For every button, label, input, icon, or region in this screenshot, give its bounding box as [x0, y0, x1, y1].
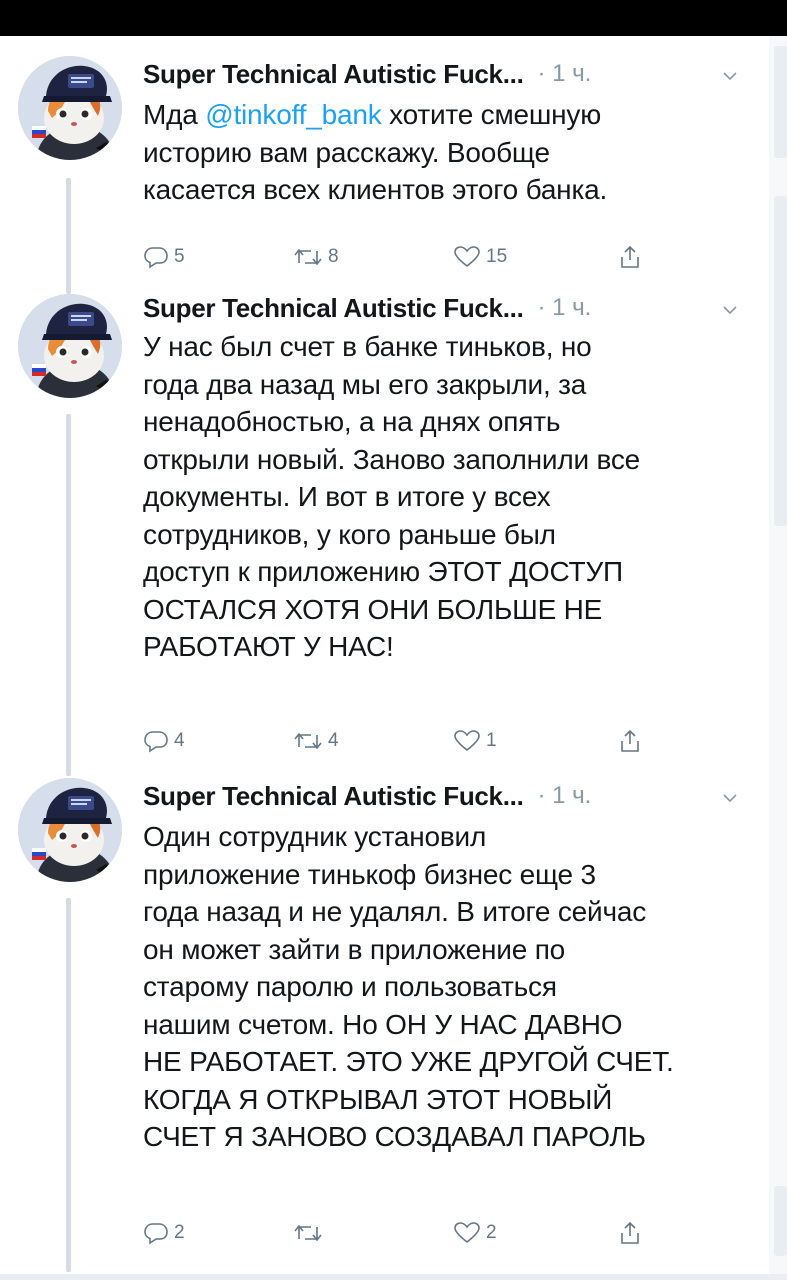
- timestamp[interactable]: · 1 ч.: [538, 60, 592, 88]
- tweet-actions: 2 2: [143, 1218, 663, 1248]
- thread-line: [66, 178, 71, 294]
- author-name[interactable]: Super Technical Autistic Fuck...: [143, 293, 524, 324]
- tweet-header: Super Technical Autistic Fuck... · 1 ч.: [143, 58, 591, 90]
- bottom-divider: [0, 1274, 787, 1280]
- like-button[interactable]: 1: [453, 726, 497, 756]
- text-segment: Мда: [143, 99, 206, 130]
- tweet-text-line: открыли новый. Заново заполнили все: [143, 443, 641, 475]
- tweet-text-line: доступ к приложению ЭТОТ ДОСТУП: [143, 556, 623, 587]
- tweet-text-line: историю вам расскажу. Вообще: [143, 136, 550, 168]
- tweet-actions: 5 8 15: [143, 242, 663, 272]
- retweet-count: 4: [328, 730, 339, 751]
- share-button[interactable]: [619, 1218, 641, 1248]
- retweet-button[interactable]: [293, 1218, 328, 1248]
- tweet-text: У нас был счет в банке тиньков, но года …: [143, 328, 743, 666]
- panel-block: [774, 46, 787, 158]
- tweet-text-line: документы. И вот в итоге у всех: [143, 481, 551, 512]
- tweet-text-line: ОСТАЛСЯ ХОТЯ ОНИ БОЛЬШЕ НЕ: [143, 593, 603, 625]
- tweet-text-line: ненадобностью, а на днях опять: [143, 406, 561, 437]
- tweet-text-line: сотрудников, у кого раньше был: [143, 518, 556, 550]
- like-count: 15: [486, 246, 508, 267]
- like-button[interactable]: 15: [453, 242, 507, 272]
- reply-button[interactable]: 5: [143, 242, 185, 272]
- tweet-text: Один сотрудник установил приложение тинь…: [143, 818, 743, 1156]
- tweet-text-line: НЕ РАБОТАЕТ. ЭТО УЖЕ ДРУГОЙ СЧЕТ.: [143, 1046, 674, 1077]
- share-icon: [621, 245, 639, 268]
- timestamp[interactable]: · 1 ч.: [538, 294, 592, 322]
- avatar-image: [18, 56, 122, 160]
- avatar-image: [18, 294, 122, 398]
- share-icon: [621, 729, 639, 752]
- panel-block: [774, 196, 787, 526]
- retweet-icon: [294, 248, 322, 266]
- mention-link[interactable]: @tinkoff_bank: [205, 99, 382, 130]
- tweet[interactable]: Super Technical Autistic Fuck... · 1 ч. …: [0, 778, 770, 1274]
- reply-count: 5: [174, 246, 185, 267]
- like-count: 1: [486, 730, 497, 751]
- tweet-text-line: касается всех клиентов этого банка.: [143, 174, 608, 205]
- tweet-text-line: года назад и не удалял. В итоге сейчас: [143, 896, 647, 927]
- timestamp[interactable]: · 1 ч.: [538, 782, 592, 810]
- like-button[interactable]: 2: [453, 1218, 497, 1248]
- author-name[interactable]: Super Technical Autistic Fuck...: [143, 59, 524, 90]
- tweet-header: Super Technical Autistic Fuck... · 1 ч.: [143, 292, 591, 324]
- avatar[interactable]: [18, 294, 122, 398]
- tweet-text-line: КОГДА Я ОТКРЫВАЛ ЭТОТ НОВЫЙ: [143, 1083, 613, 1115]
- tweet-text-line: нашим счетом. Но ОН У НАС ДАВНО: [143, 1008, 623, 1040]
- chevron-down-icon[interactable]: [722, 792, 738, 804]
- text-segment: хотите смешную: [381, 99, 602, 130]
- tweet-text: Мда @tinkoff_bank хотите смешную историю…: [143, 96, 743, 209]
- tweet-text-line: СЧЕТ Я ЗАНОВО СОЗДАВАЛ ПАРОЛЬ: [143, 1121, 646, 1152]
- adjacent-panel-edge: [769, 36, 787, 1280]
- tweet[interactable]: Super Technical Autistic Fuck... · 1 ч. …: [0, 290, 770, 776]
- tweet[interactable]: Super Technical Autistic Fuck... · 1 ч. …: [0, 36, 770, 294]
- share-button[interactable]: [619, 242, 641, 272]
- reply-icon: [144, 731, 168, 753]
- tweet-text-line: РАБОТАЮТ У НАС!: [143, 631, 394, 662]
- share-icon: [621, 1221, 639, 1244]
- retweet-button[interactable]: 4: [293, 726, 339, 756]
- tweet-actions: 4 4 1: [143, 726, 663, 756]
- avatar[interactable]: [18, 778, 122, 882]
- heart-icon: [454, 1222, 480, 1244]
- tweet-header: Super Technical Autistic Fuck... · 1 ч.: [143, 780, 591, 812]
- share-button[interactable]: [619, 726, 641, 756]
- like-count: 2: [486, 1222, 497, 1243]
- heart-icon: [454, 246, 480, 268]
- avatar[interactable]: [18, 56, 122, 160]
- reply-icon: [144, 1223, 168, 1245]
- retweet-count: 8: [328, 246, 339, 267]
- tweet-text-line: года два назад мы его закрыли, за: [143, 368, 587, 400]
- tweet-text-line: У нас был счет в банке тиньков, но: [143, 331, 592, 362]
- retweet-button[interactable]: 8: [293, 242, 339, 272]
- thread-line: [66, 414, 71, 776]
- avatar-image: [18, 778, 122, 882]
- retweet-icon: [294, 1224, 322, 1242]
- reply-button[interactable]: 4: [143, 726, 185, 756]
- panel-block: [774, 1186, 787, 1256]
- tweet-text-line: приложение тинькоф бизнес еще 3: [143, 858, 596, 890]
- author-name[interactable]: Super Technical Autistic Fuck...: [143, 781, 524, 812]
- chevron-down-icon[interactable]: [722, 70, 738, 82]
- reply-count: 4: [174, 730, 185, 751]
- tweet-text-line: он может зайти в приложение по: [143, 933, 566, 965]
- retweet-icon: [294, 732, 322, 750]
- thread-line: [66, 898, 71, 1272]
- tweet-text-line: Один сотрудник установил: [143, 821, 487, 852]
- reply-icon: [144, 247, 168, 269]
- tweet-text-line: Мда @tinkoff_bank хотите смешную: [143, 96, 743, 134]
- reply-button[interactable]: 2: [143, 1218, 185, 1248]
- tweet-text-line: старому паролю и пользоваться: [143, 971, 557, 1002]
- heart-icon: [454, 730, 480, 752]
- reply-count: 2: [174, 1222, 185, 1243]
- status-bar: [0, 0, 787, 36]
- chevron-down-icon[interactable]: [722, 304, 738, 316]
